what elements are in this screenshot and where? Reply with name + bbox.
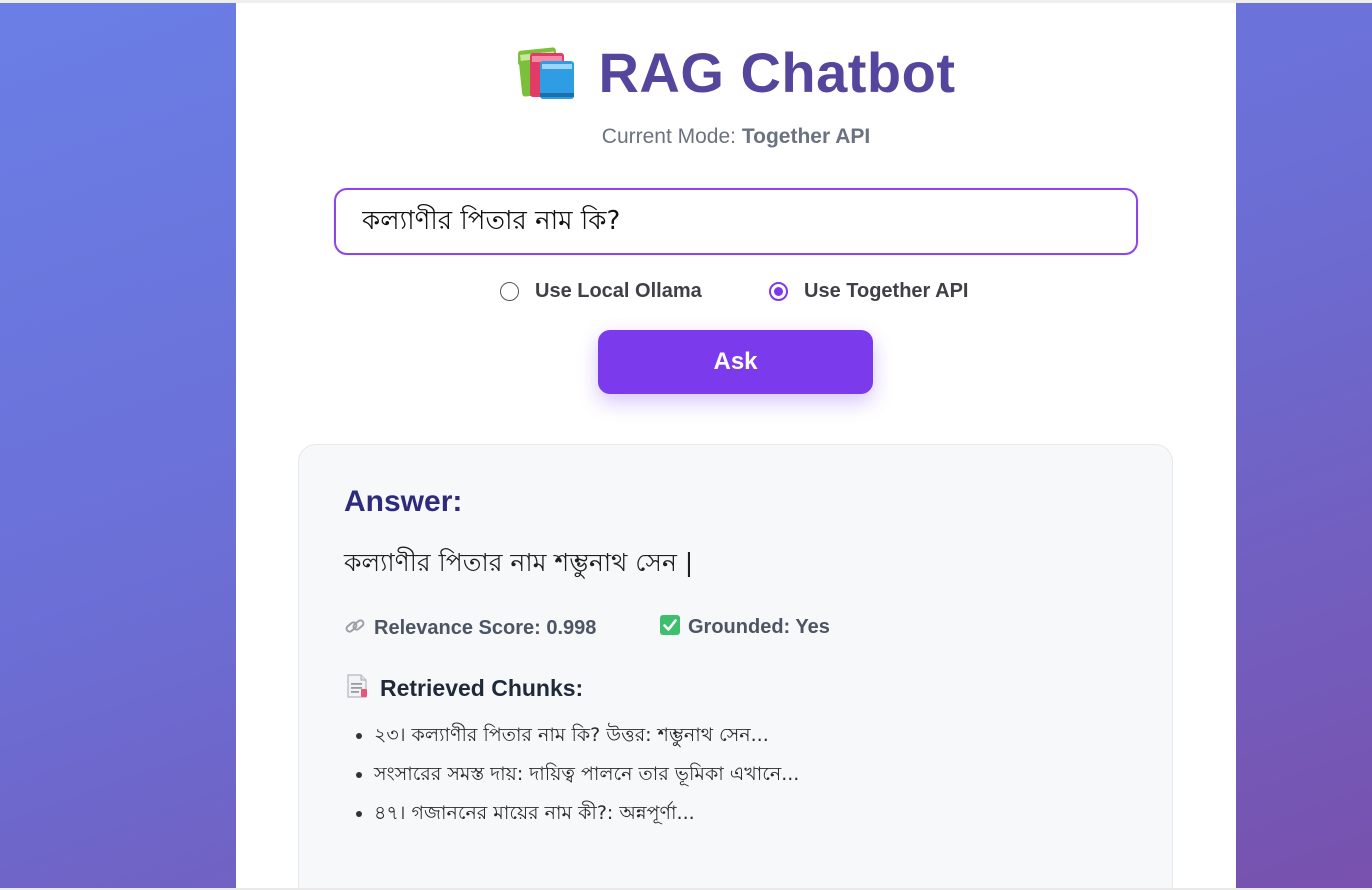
together-api-option[interactable]: Use Together API [769, 280, 968, 303]
relevance-score: Relevance Score: 0.998 [344, 615, 596, 642]
document-icon [344, 673, 370, 704]
books-icon [516, 43, 578, 101]
chunks-heading: Retrieved Chunks: [344, 673, 583, 704]
ask-button[interactable]: Ask [598, 330, 873, 394]
answer-card: Answer: কল্যাণীর পিতার নাম শম্ভুনাথ সেন … [298, 444, 1173, 888]
answer-heading: Answer: [344, 485, 463, 518]
main-container: RAG Chatbot Current Mode: Together API U… [236, 3, 1236, 888]
check-mark-icon [660, 615, 680, 640]
together-api-label: Use Together API [804, 280, 969, 302]
chunks-heading-text: Retrieved Chunks: [380, 675, 584, 701]
link-icon [344, 615, 366, 642]
grounded-status: Grounded: Yes [660, 615, 830, 640]
mode-value: Together API [741, 125, 871, 148]
chunk-item: সংসারের সমস্ত দায়: দায়িত্ব পালনে তার ভ… [356, 760, 799, 799]
local-ollama-label: Use Local Ollama [535, 280, 702, 302]
current-mode: Current Mode: Together API [236, 125, 1236, 149]
grounded-text: Grounded: Yes [688, 616, 830, 638]
page-title: RAG Chatbot [598, 40, 956, 104]
answer-text: কল্যাণীর পিতার নাম শম্ভুনাথ সেন | [344, 548, 694, 577]
question-input[interactable] [334, 188, 1138, 255]
mode-selector: Use Local Ollama Use Together API [236, 280, 1236, 310]
local-ollama-option[interactable]: Use Local Ollama [500, 280, 702, 303]
local-ollama-radio[interactable] [500, 282, 519, 301]
mode-label: Current Mode: [601, 125, 737, 148]
relevance-text: Relevance Score: 0.998 [374, 617, 597, 639]
title-row: RAG Chatbot [236, 33, 1236, 111]
chunks-list: ২৩। কল্যাণীর পিতার নাম কি? উত্তর: শম্ভুন… [356, 721, 799, 838]
chunk-item: ২৩। কল্যাণীর পিতার নাম কি? উত্তর: শম্ভুন… [356, 721, 799, 760]
chunk-item: ৪৭। গজাননের মায়ের নাম কী?: অন্নপূর্ণা..… [356, 799, 799, 838]
together-api-radio[interactable] [769, 282, 788, 301]
